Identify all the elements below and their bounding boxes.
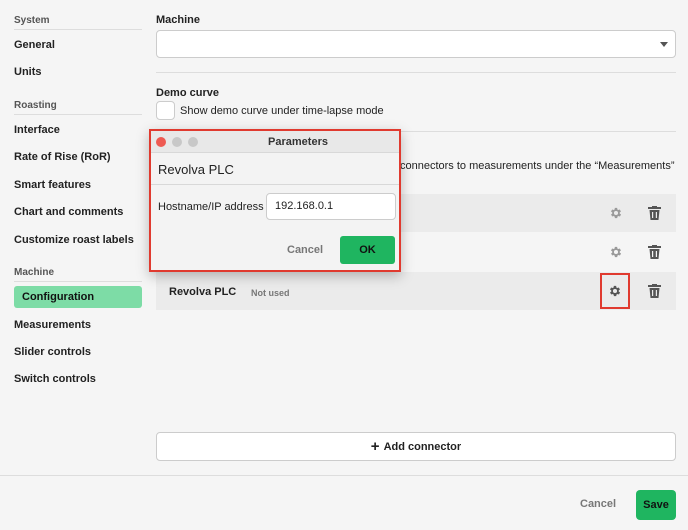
- sidebar-section-roasting: Roasting: [14, 100, 57, 111]
- dialog-ok-button[interactable]: OK: [340, 236, 395, 264]
- sidebar-item-smart-features[interactable]: Smart features: [14, 174, 142, 196]
- demo-curve-checkbox-label[interactable]: Show demo curve under time-lapse mode: [180, 105, 384, 117]
- connector-settings-button[interactable]: [602, 199, 630, 227]
- connector-delete-button[interactable]: [643, 280, 665, 302]
- sidebar-item-slider-controls[interactable]: Slider controls: [14, 341, 142, 363]
- machine-label: Machine: [156, 14, 201, 26]
- connector-name: Revolva PLC: [169, 286, 237, 298]
- hostname-input[interactable]: 192.168.0.1: [266, 193, 396, 220]
- dialog-title: Parameters: [268, 136, 328, 148]
- dialog-titlebar[interactable]: Parameters: [151, 131, 399, 153]
- sidebar: System General Units Roasting Interface …: [0, 0, 150, 475]
- add-connector-label: Add connector: [383, 440, 462, 453]
- sidebar-item-switch-controls[interactable]: Switch controls: [14, 368, 142, 390]
- parameters-dialog: Parameters Revolva PLC Hostname/IP addre…: [149, 129, 401, 272]
- divider: [156, 72, 676, 73]
- trash-icon: [647, 206, 661, 220]
- sidebar-section-machine: Machine: [14, 267, 55, 278]
- connector-status: Not used: [251, 288, 290, 298]
- sidebar-section-system: System: [14, 15, 50, 26]
- save-button[interactable]: Save: [636, 490, 676, 520]
- cancel-button[interactable]: Cancel: [580, 498, 616, 510]
- dialog-cancel-button[interactable]: Cancel: [287, 244, 323, 256]
- section-divider: [14, 114, 142, 115]
- connectors-hint: connectors to measurements under the “Me…: [400, 160, 675, 172]
- footer: Cancel Save: [0, 475, 688, 530]
- plus-icon: +: [370, 438, 380, 455]
- connector-row-revolva-plc: Revolva PLC Not used: [156, 272, 676, 310]
- trash-icon: [647, 284, 661, 298]
- connector-delete-button[interactable]: [643, 241, 665, 263]
- connector-settings-button[interactable]: [600, 273, 630, 309]
- add-connector-button[interactable]: + Add connector: [156, 432, 676, 461]
- demo-curve-checkbox[interactable]: [156, 101, 175, 120]
- sidebar-item-measurements[interactable]: Measurements: [14, 314, 142, 336]
- sidebar-item-general[interactable]: General: [14, 34, 142, 56]
- sidebar-item-rate-of-rise[interactable]: Rate of Rise (RoR): [14, 146, 142, 168]
- section-divider: [14, 281, 142, 282]
- demo-curve-label: Demo curve: [156, 87, 219, 99]
- gear-icon: [610, 246, 622, 258]
- sidebar-item-customize-roast-labels[interactable]: Customize roast labels: [14, 229, 142, 251]
- hostname-label: Hostname/IP address: [158, 201, 264, 213]
- chevron-down-icon: [660, 42, 668, 47]
- divider: [151, 184, 399, 185]
- gear-icon: [610, 207, 622, 219]
- sidebar-item-configuration[interactable]: Configuration: [14, 286, 142, 308]
- connector-delete-button[interactable]: [643, 202, 665, 224]
- dialog-heading: Revolva PLC: [158, 162, 234, 177]
- connector-settings-button[interactable]: [602, 238, 630, 266]
- machine-select[interactable]: [156, 30, 676, 58]
- gear-icon: [609, 285, 621, 297]
- trash-icon: [647, 245, 661, 259]
- section-divider: [14, 29, 142, 30]
- sidebar-item-interface[interactable]: Interface: [14, 119, 142, 141]
- sidebar-item-units[interactable]: Units: [14, 61, 142, 83]
- sidebar-item-chart-and-comments[interactable]: Chart and comments: [14, 201, 142, 223]
